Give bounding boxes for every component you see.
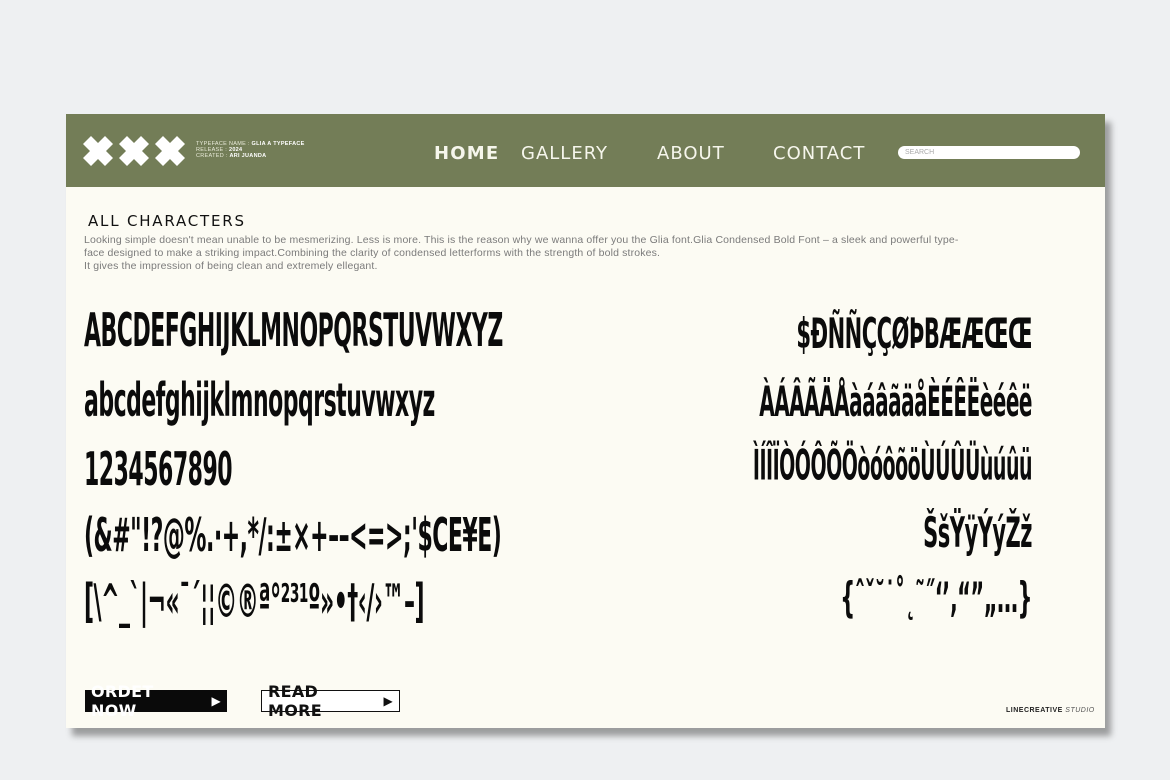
logo-cross-icon: [155, 136, 185, 166]
glyph-row-punctuation: (&#"!?@%.·+,*/:±×+––<=>;'$CE¥E): [84, 511, 502, 564]
glyph-row-accented-a-e: ÀÁÂÃÄÅàáâãäåÈÉÊËèéêë: [759, 376, 1032, 427]
logo-cross-icon: [83, 136, 113, 166]
meta-label: CREATED :: [196, 153, 230, 159]
page-card: TYPEFACE NAME : GLIA A TYPEFACE RELEASE …: [66, 114, 1105, 728]
studio-suffix: STUDIO: [1065, 707, 1095, 714]
description-line: face designed to make a striking impact.…: [84, 247, 661, 259]
nav-home[interactable]: HOME: [434, 143, 499, 164]
section-title: ALL CHARACTERS: [88, 212, 246, 230]
nav-about[interactable]: ABOUT: [657, 143, 725, 164]
read-more-button[interactable]: READ MORE ▶: [261, 682, 400, 720]
order-now-button[interactable]: ORDET NOW ▶: [85, 682, 227, 720]
logo[interactable]: [83, 136, 185, 166]
glyph-row-special-caps: $ÐÑÑÇÇØÞBÆÆŒŒ: [796, 310, 1032, 358]
glyph-row-caron-diaeresis: ŠšŸÿÝýŽž: [923, 509, 1032, 557]
search-input[interactable]: [898, 146, 1080, 159]
glyph-row-lowercase: abcdefghijklmnopqrstuvwxyz: [84, 376, 435, 429]
description: Looking simple doesn't mean unable to be…: [84, 234, 1064, 273]
read-more-label: READ MORE: [268, 682, 322, 720]
description-line: Looking simple doesn't mean unable to be…: [84, 234, 959, 246]
glyph-row-uppercase: ABCDEFGHIJKLMNOPQRSTUVWXYZ: [84, 306, 503, 359]
order-now-label: ORDET NOW: [91, 682, 154, 720]
glyph-row-numerals: 1234567890: [84, 445, 233, 498]
studio-name: LINECREATIVE: [1006, 707, 1063, 714]
meta-value: GLIA A TYPEFACE: [251, 141, 305, 147]
nav-contact[interactable]: CONTACT: [773, 143, 865, 164]
studio-credit: LINECREATIVE STUDIO: [1006, 707, 1095, 714]
glyph-row-accented-i-o-u: ÌÍÎÏÒÓÔÕÖòóôõöÙÚÛÜùúûü: [752, 442, 1033, 491]
play-arrow-icon: ▶: [383, 694, 393, 708]
logo-cross-icon: [119, 136, 149, 166]
glyph-row-diacritics-quotes: {ˆˇ˘˙˚˛˜˝‘’‚“”„…}: [840, 574, 1032, 622]
meta-value: ARI JUANDA: [229, 153, 267, 159]
typeface-meta: TYPEFACE NAME : GLIA A TYPEFACE RELEASE …: [196, 141, 305, 159]
header-bar: TYPEFACE NAME : GLIA A TYPEFACE RELEASE …: [66, 114, 1105, 187]
nav-gallery[interactable]: GALLERY: [521, 143, 608, 164]
glyph-row-symbols: [\^_`|¬«¯´¦¦©®ª°²³¹º»•†‹/›™–]: [84, 577, 425, 630]
description-line: It gives the impression of being clean a…: [84, 260, 378, 272]
play-arrow-icon: ▶: [211, 694, 221, 708]
